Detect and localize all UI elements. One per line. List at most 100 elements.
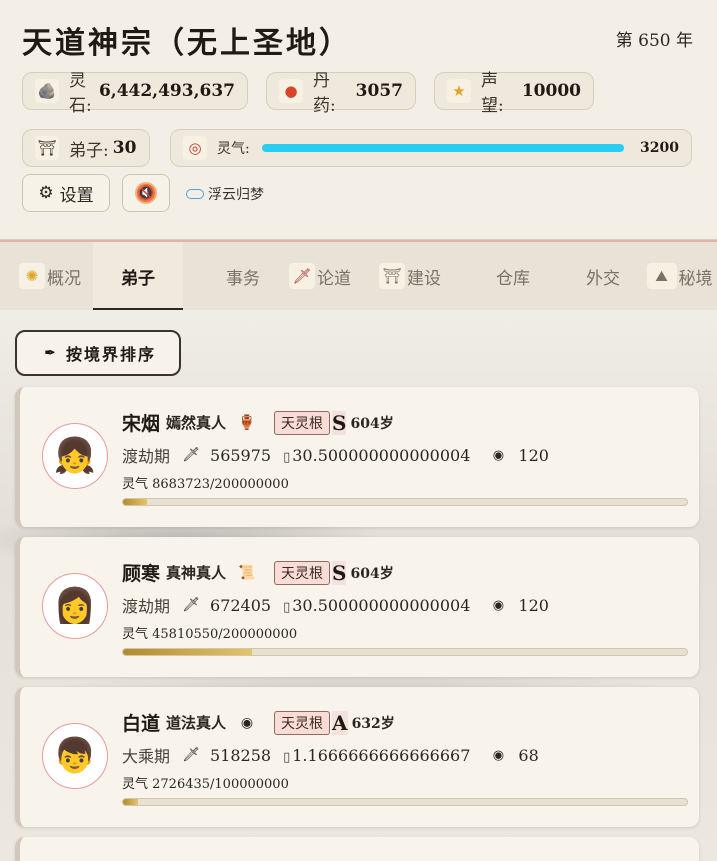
combat-power: 518258 xyxy=(210,745,272,765)
disciple-name: 白道 xyxy=(122,713,161,735)
sect-title: 天道神宗（无上圣地） xyxy=(22,26,352,61)
mountain-icon: ⛰ xyxy=(646,263,677,289)
stone-salary: 120 xyxy=(518,595,549,615)
prestige-value: 10000 xyxy=(521,81,581,101)
settings-button[interactable]: ⚙ 设置 xyxy=(22,174,110,212)
tab-label: 论道 xyxy=(317,268,351,289)
disciple-card[interactable]: 👦 白道 道法真人 ◉ 天灵根 A 632岁 大乘期 🗡 518258 1.16… xyxy=(15,687,699,827)
qi-progress-bar xyxy=(122,798,688,806)
disciple-name-row: 白道 道法真人 ◉ 天灵根 A 632岁 xyxy=(122,709,395,736)
disciple-name: 宋烟 xyxy=(122,413,161,435)
dao-title: 道法真人 xyxy=(166,714,227,732)
tab-affairs[interactable]: 事务 xyxy=(200,242,286,310)
sort-by-realm-button[interactable]: ✒ 按境界排序 xyxy=(15,330,181,376)
spirit-stone-value: 6,442,493,637 xyxy=(98,81,235,101)
tab-label: 概况 xyxy=(47,268,81,289)
avatar: 👧 xyxy=(42,423,108,489)
qi-progress-text: 灵气 2726435/100000000 xyxy=(122,777,289,792)
gear-icon: ⚙ xyxy=(38,183,54,203)
disciple-age: 604岁 xyxy=(350,415,394,432)
prestige-label: 声望: xyxy=(481,71,504,116)
qi-progress-fill xyxy=(123,649,253,655)
stone-salary: 68 xyxy=(518,745,539,765)
tab-label: 仓库 xyxy=(496,268,530,289)
tab-diplomacy[interactable]: 外交 xyxy=(560,242,646,310)
disciple-age: 604岁 xyxy=(350,565,394,582)
disciple-card[interactable]: 👧 宋烟 嫣然真人 🏺 天灵根 S 604岁 渡劫期 🗡 565975 30.5… xyxy=(15,387,699,527)
tab-label: 弟子 xyxy=(121,268,155,289)
spirit-root-badge: 天灵根 xyxy=(274,710,331,735)
stone-salary: 120 xyxy=(518,445,549,465)
vase-icon: 🏺 xyxy=(238,414,256,431)
sword-icon: 🗡 xyxy=(182,747,200,763)
spirit-stone-icon: ◉ xyxy=(492,597,505,613)
qi-label: 灵气: xyxy=(217,141,250,157)
tab-overview[interactable]: ✺ 概况 xyxy=(10,242,90,310)
disciple-name-row: 顾寒 真神真人 📜 天灵根 S 604岁 xyxy=(122,559,394,586)
disciples-value: 30 xyxy=(112,138,137,158)
pill-resource: ● 丹药: 3057 xyxy=(266,71,416,116)
year-display: 第 650 年 xyxy=(615,31,693,51)
talent-grade: S xyxy=(332,410,347,435)
qi-progress-fill xyxy=(123,499,148,505)
disciple-stats: 大乘期 🗡 518258 1.1666666666666667 ◉ 68 xyxy=(122,743,539,767)
combat-power: 672405 xyxy=(210,595,272,615)
spirit-stone-icon: ◉ xyxy=(492,447,505,463)
tab-construction[interactable]: ⛩ 建设 xyxy=(372,242,448,310)
sword-icon: 🗡 xyxy=(289,263,315,289)
tab-disciples[interactable]: 弟子 xyxy=(93,242,183,312)
tab-label: 建设 xyxy=(407,268,441,289)
sound-toggle-button[interactable]: 🔇 xyxy=(122,174,170,212)
cultivation-realm: 渡劫期 xyxy=(122,597,171,616)
pill-value: 3057 xyxy=(355,81,403,101)
talisman-icon: 📜 xyxy=(238,564,256,581)
disciple-stats: 渡劫期 🗡 672405 30.500000000000004 ◉ 120 xyxy=(122,593,549,617)
cloud-icon xyxy=(186,189,204,199)
qi-progress-text: 灵气 8683723/200000000 xyxy=(122,477,289,492)
tab-warehouse[interactable]: 仓库 xyxy=(470,242,556,310)
gourd-icon: ● xyxy=(279,79,303,103)
cultivation-speed: 30.500000000000004 xyxy=(283,596,470,615)
disciple-card[interactable]: 👩 顾寒 真神真人 📜 天灵根 S 604岁 渡劫期 🗡 672405 30.5… xyxy=(15,537,699,677)
dao-title: 真神真人 xyxy=(166,564,227,582)
cultivation-realm: 渡劫期 xyxy=(122,447,171,466)
qi-bar xyxy=(261,144,625,152)
sect-header: 天道神宗（无上圣地） 第 650 年 🪨 灵石: 6,442,493,637 ●… xyxy=(0,0,717,240)
sun-icon: ✺ xyxy=(19,263,45,289)
disciple-name-row: 宋烟 嫣然真人 🏺 天灵根 S 604岁 xyxy=(122,409,394,436)
music-track[interactable]: 浮云归梦 xyxy=(186,184,264,204)
spirit-root-badge: 天灵根 xyxy=(274,410,331,435)
mute-icon: 🔇 xyxy=(135,182,157,204)
disciple-name: 顾寒 xyxy=(122,563,161,585)
combat-power: 565975 xyxy=(210,445,272,465)
tab-discourse[interactable]: 🗡 论道 xyxy=(282,242,358,310)
spirit-stone-icon: 🪨 xyxy=(35,79,59,103)
pill-label: 丹药: xyxy=(313,71,336,116)
spirit-stone-label: 灵石: xyxy=(69,71,92,116)
spirit-stone-icon: ◉ xyxy=(492,747,505,763)
disciples-resource: ⛩ 弟子: 30 xyxy=(22,129,150,167)
disciple-stats: 渡劫期 🗡 565975 30.500000000000004 ◉ 120 xyxy=(122,443,549,467)
spirit-stone-icon: ◉ xyxy=(240,714,254,731)
qi-value: 3200 xyxy=(640,140,679,156)
talent-grade: A xyxy=(332,710,348,735)
spirit-root-badge: 天灵根 xyxy=(274,560,331,585)
tab-label: 事务 xyxy=(226,268,260,289)
qi-progress-bar xyxy=(122,648,688,656)
sword-icon: 🗡 xyxy=(182,597,200,613)
disciples-label: 弟子: xyxy=(69,140,109,161)
avatar: 👩 xyxy=(42,573,108,639)
qi-progress-bar xyxy=(122,498,688,506)
qi-icon: ◎ xyxy=(183,136,207,160)
prestige-icon: ★ xyxy=(447,79,471,103)
cultivation-realm: 大乘期 xyxy=(122,747,171,766)
prestige-resource: ★ 声望: 10000 xyxy=(434,71,594,116)
sort-button-label: 按境界排序 xyxy=(65,345,156,364)
tab-secret-realm[interactable]: ⛰ 秘境 xyxy=(642,242,717,310)
brush-icon: ✒ xyxy=(44,345,58,361)
tab-label: 秘境 xyxy=(678,268,713,289)
disciple-icon: ⛩ xyxy=(35,136,59,160)
disciple-card[interactable] xyxy=(15,837,699,861)
cultivation-speed: 30.500000000000004 xyxy=(283,446,470,465)
dao-title: 嫣然真人 xyxy=(166,414,227,432)
